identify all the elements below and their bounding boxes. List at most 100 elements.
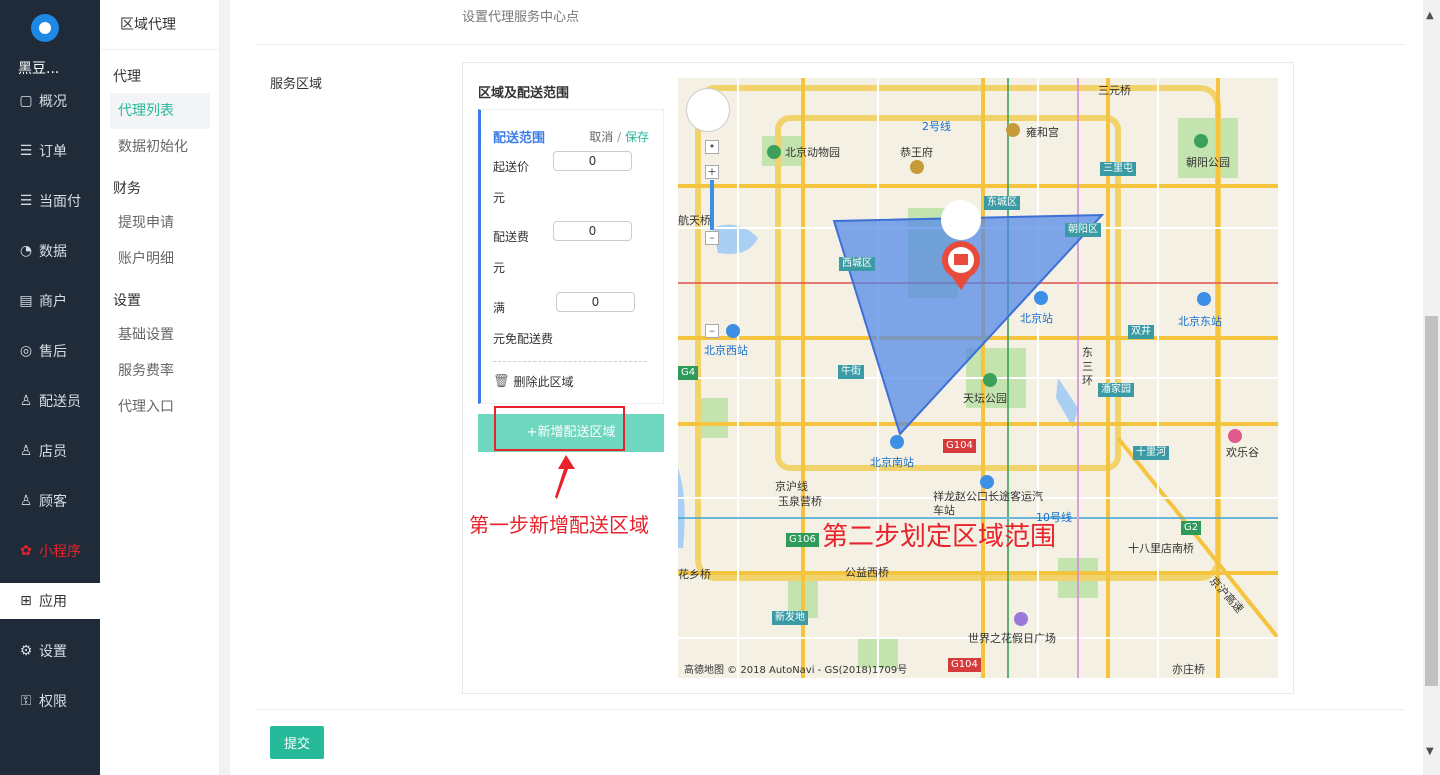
step1-annotation: 第一步新增配送区域 [469, 513, 649, 537]
map-label: 三元桥 [1098, 84, 1131, 97]
delete-zone-label: 删除此区域 [513, 375, 574, 389]
courier-icon: ♙ [19, 393, 33, 409]
divider [255, 44, 1405, 45]
map-locate-button[interactable]: • [705, 140, 719, 154]
nav-item-0[interactable]: ▢ 概况 [0, 83, 100, 119]
nav-item-label: 店员 [39, 444, 67, 460]
scroll-up-icon[interactable]: ▲ [1426, 10, 1434, 21]
zoom-out-button[interactable]: – [705, 324, 719, 338]
map-label: 雍和宫 [1026, 126, 1059, 139]
nav-item-label: 权限 [39, 694, 67, 710]
map-tag: 牛街 [838, 365, 864, 379]
nav-item-label: 售后 [39, 344, 67, 360]
zone-divider [493, 361, 647, 362]
nav-item-1[interactable]: ☰ 订单 [0, 133, 100, 169]
lock-icon: ⚿ [20, 693, 32, 709]
nav-item-3[interactable]: ◔ 数据 [0, 233, 100, 269]
scroll-down-icon[interactable]: ▼ [1426, 746, 1434, 757]
nav-item-5[interactable]: ◎ 售后 [0, 333, 100, 369]
map-tag: 双井 [1128, 325, 1154, 339]
delete-zone-button[interactable]: 🗑 删除此区域 [493, 373, 574, 390]
pay-icon: ☰ [19, 193, 33, 209]
nav-item-10[interactable]: ⊞ 应用 [0, 583, 100, 619]
map-tag: 东城区 [984, 196, 1020, 210]
annotation-arrow [549, 451, 579, 503]
map-label: 欢乐谷 [1226, 446, 1259, 459]
cancel-link[interactable]: 取消 [589, 130, 613, 144]
group-agent: 代理 [113, 69, 141, 85]
map-label: 亦庄桥 [1172, 663, 1205, 676]
shop-icon: ▤ [19, 293, 33, 309]
gear-icon: ⚙ [19, 643, 33, 659]
sidebar-item-data-init[interactable]: 数据初始化 [110, 129, 210, 165]
nav-item-9[interactable]: ✿ 小程序 [0, 533, 100, 569]
nav-item-8[interactable]: ♙ 顾客 [0, 483, 100, 519]
map-label: 北京动物园 [785, 146, 840, 159]
fee-label: 配送费 [493, 230, 530, 244]
save-link[interactable]: 保存 [625, 130, 649, 144]
min-price-input[interactable] [553, 151, 632, 171]
app-logo[interactable] [31, 14, 59, 42]
service-area-label: 服务区域 [270, 77, 323, 92]
add-zone-button[interactable]: +新增配送区域 [478, 414, 664, 452]
full-amount-input[interactable] [556, 292, 635, 312]
map-label: 北京站 [1020, 312, 1053, 325]
map-pan-control[interactable] [686, 88, 730, 132]
map-tag: G4 [678, 366, 699, 380]
submit-button[interactable]: 提交 [270, 726, 324, 759]
map-label: 世界之花假日广场 [968, 632, 1056, 645]
min-price-unit: 元 [493, 191, 506, 205]
action-separator: / [617, 130, 622, 144]
map-label: 花乡桥 [678, 568, 711, 581]
nav-item-label: 应用 [39, 594, 67, 610]
map-label: 朝阳公园 [1186, 156, 1230, 169]
map-label: 2号线 [922, 120, 951, 133]
nav-item-2[interactable]: ☰ 当面付 [0, 183, 100, 219]
nav-item-label: 当面付 [39, 194, 81, 210]
map-label: 恭王府 [900, 146, 933, 159]
fee-input[interactable] [553, 221, 632, 241]
zoom-handle[interactable]: – [705, 231, 719, 245]
app-root: 黑豆... ▢ 概况 ☰ 订单 ☰ 当面付 ◔ 数据 ▤ 商户 ◎ 售后 ♙ 配送员 ♙ 店员 ♙ 顾客 ✿ 小程序 ⊞… [0, 0, 1440, 775]
map-tag: G104 [948, 658, 981, 672]
apps-icon: ⊞ [20, 593, 32, 609]
map-tag: 西城区 [839, 257, 875, 271]
map-label: 北京南站 [870, 456, 914, 469]
map-tag: G2 [1181, 521, 1202, 535]
map-canvas[interactable]: • + – – 三元桥 北京动物园 恭王府 雍和宫 2号线 朝阳公园 三里屯 东… [678, 78, 1278, 678]
sidebar-item-basic-settings[interactable]: 基础设置 [110, 317, 210, 353]
map-label: 东三环 [1082, 346, 1093, 387]
overview-icon: ▢ [19, 93, 33, 109]
nav-item-11[interactable]: ⚙ 设置 [0, 633, 100, 669]
nav-item-6[interactable]: ♙ 配送员 [0, 383, 100, 419]
nav-item-4[interactable]: ▤ 商户 [0, 283, 100, 319]
map-tag: G106 [786, 533, 819, 547]
step2-annotation: 第二步划定区域范围 [822, 522, 1057, 552]
map-label: 北京西站 [704, 344, 748, 357]
map-label: 祥龙赵公口长途客运汽车站 [933, 490, 1043, 517]
sidebar-item-agent-entry[interactable]: 代理入口 [110, 389, 210, 425]
fee-unit: 元 [493, 261, 506, 275]
nav-item-label: 小程序 [39, 544, 81, 560]
scrollbar-thumb[interactable] [1425, 316, 1438, 686]
sidebar-item-agent-list[interactable]: 代理列表 [110, 93, 210, 129]
map-label: 十八里店南桥 [1128, 542, 1194, 555]
nav-item-7[interactable]: ♙ 店员 [0, 433, 100, 469]
group-settings: 设置 [113, 293, 141, 309]
sidebar-item-withdraw[interactable]: 提现申请 [110, 205, 210, 241]
sidebar-item-account-detail[interactable]: 账户明细 [110, 241, 210, 277]
page-scrollbar[interactable]: ▲ ▼ [1423, 0, 1440, 775]
map-label: 北京东站 [1178, 315, 1222, 328]
min-price-label: 起送价 [493, 160, 530, 174]
map-tag: 十里河 [1133, 446, 1169, 460]
clerk-icon: ♙ [19, 443, 33, 459]
secondary-sidebar: 区域代理 代理 代理列表 数据初始化 财务 提现申请 账户明细 设置 基础设置 … [100, 0, 220, 775]
chart-icon: ◔ [19, 243, 33, 259]
sidebar-item-service-rate[interactable]: 服务费率 [110, 353, 210, 389]
map-label: 公益西桥 [845, 566, 889, 579]
zoom-in-button[interactable]: + [705, 165, 719, 179]
map-tag: G104 [943, 439, 976, 453]
map-label: 航天桥 [678, 214, 711, 227]
nav-item-12[interactable]: ⚿ 权限 [0, 683, 100, 719]
nav-item-label: 设置 [39, 644, 67, 660]
